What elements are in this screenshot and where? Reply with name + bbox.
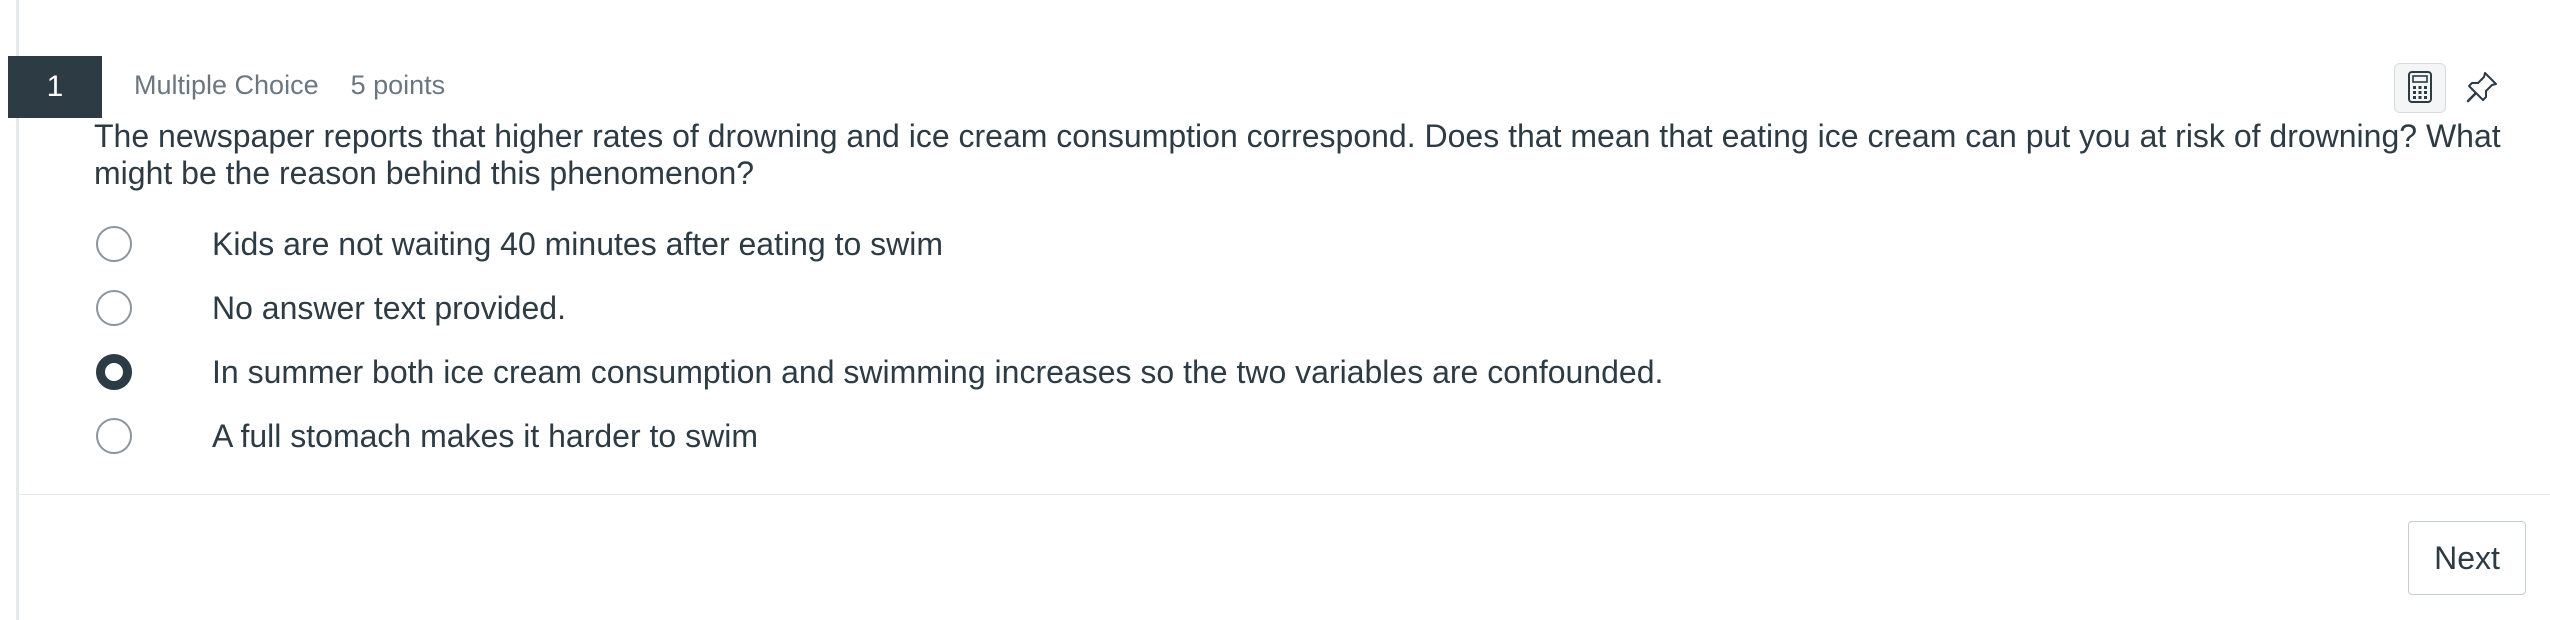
answer-option[interactable]: No answer text provided. — [94, 276, 2294, 340]
answer-option-label: No answer text provided. — [212, 289, 566, 326]
radio-button-selected[interactable] — [96, 354, 132, 390]
calculator-icon — [2407, 70, 2433, 106]
answer-options: Kids are not waiting 40 minutes after ea… — [94, 212, 2294, 468]
answer-option-label: In summer both ice cream consumption and… — [212, 353, 1664, 390]
answer-option-label: Kids are not waiting 40 minutes after ea… — [212, 225, 944, 262]
pin-icon — [2465, 70, 2499, 107]
answer-option[interactable]: A full stomach makes it harder to swim — [94, 404, 2294, 468]
question-prompt: The newspaper reports that higher rates … — [94, 118, 2501, 191]
question-tools — [2394, 63, 2506, 113]
question-points: 5 points — [350, 70, 446, 100]
next-button[interactable]: Next — [2408, 521, 2526, 595]
question-meta: Multiple Choice 5 points — [134, 70, 445, 101]
answer-option[interactable]: Kids are not waiting 40 minutes after ea… — [94, 212, 2294, 276]
question-number-badge: 1 — [8, 56, 102, 118]
pin-button[interactable] — [2458, 63, 2506, 113]
footer-divider — [19, 494, 2550, 495]
radio-button[interactable] — [96, 290, 132, 326]
calculator-button[interactable] — [2394, 63, 2446, 113]
question-type: Multiple Choice — [134, 70, 319, 100]
answer-option-label: A full stomach makes it harder to swim — [212, 417, 758, 454]
quiz-page: 1 Multiple Choice 5 points The newspaper… — [0, 0, 2550, 620]
answer-option[interactable]: In summer both ice cream consumption and… — [94, 340, 2294, 404]
radio-button[interactable] — [96, 226, 132, 262]
radio-button[interactable] — [96, 418, 132, 454]
